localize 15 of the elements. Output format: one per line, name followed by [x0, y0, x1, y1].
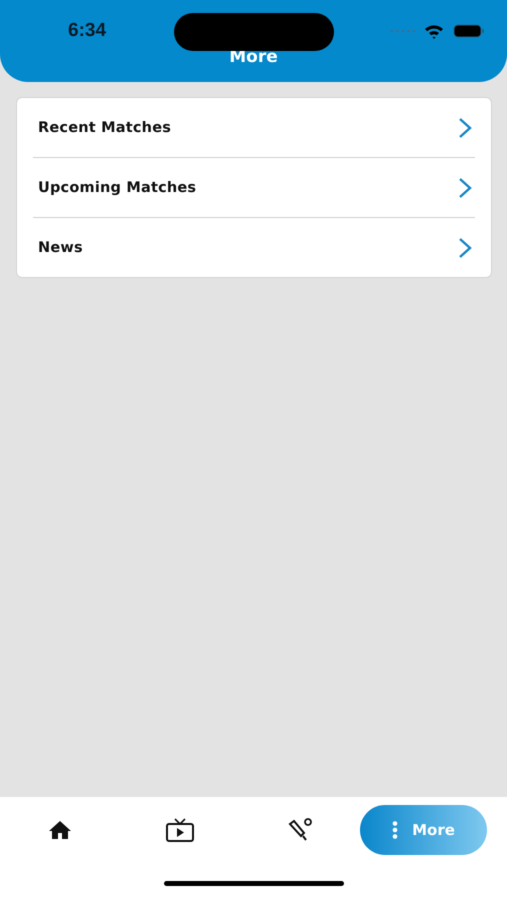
- status-time: 6:34: [68, 20, 106, 42]
- chevron-right-icon: [458, 236, 472, 258]
- menu-item[interactable]: Upcoming Matches: [33, 158, 475, 218]
- home-icon: [48, 820, 72, 840]
- battery-icon: [453, 24, 485, 38]
- tv-icon: [165, 818, 195, 842]
- wifi-icon: [424, 24, 444, 38]
- chevron-right-icon: [458, 116, 472, 138]
- signal-icon: [390, 29, 416, 33]
- page-title: More: [228, 47, 279, 67]
- menu-item[interactable]: News: [33, 218, 475, 277]
- bat-and-ball-icon: [287, 818, 313, 842]
- menu-item[interactable]: Recent Matches: [33, 98, 475, 158]
- more-vertical-icon: [392, 821, 398, 839]
- chevron-right-icon: [458, 176, 472, 198]
